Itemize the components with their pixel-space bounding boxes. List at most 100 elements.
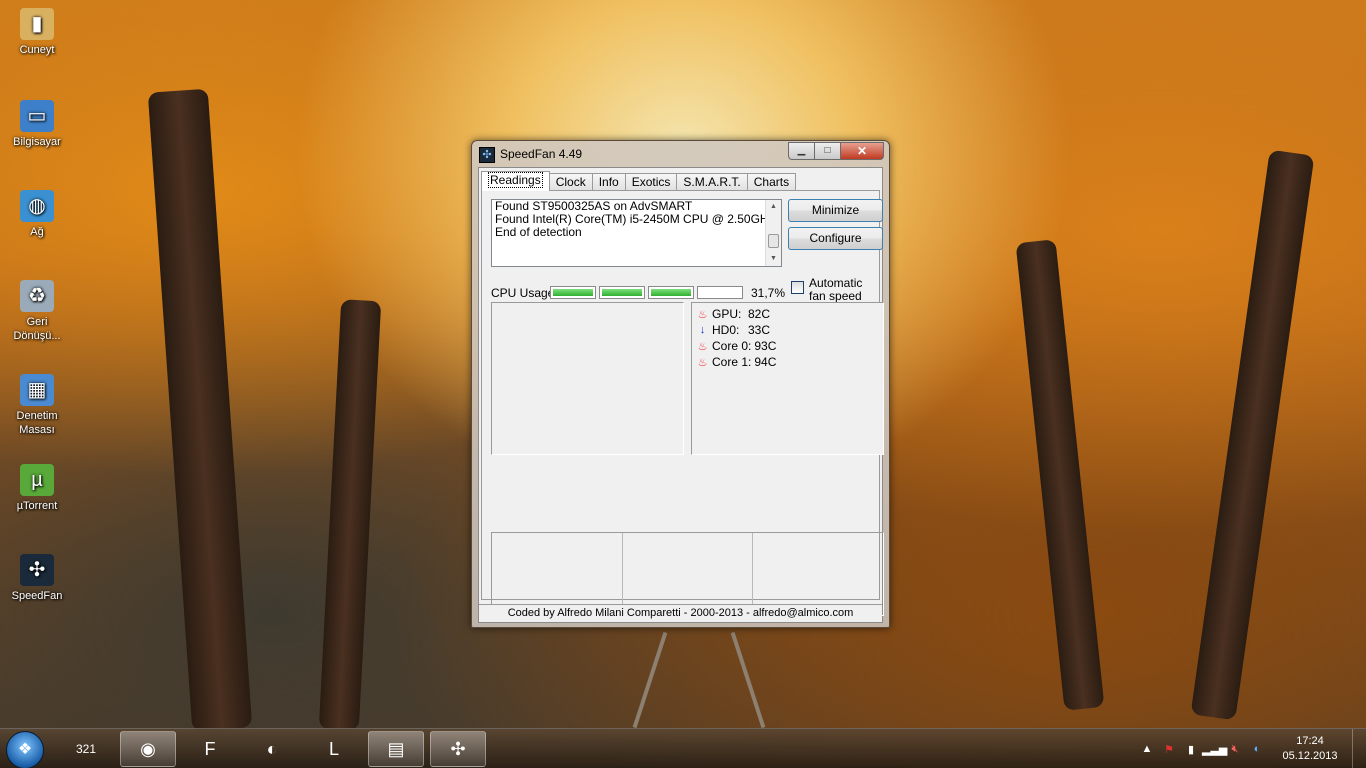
desktop-icon[interactable]: ▭ Bilgisayar <box>4 100 70 149</box>
tab-strip: Readings Clock Info Exotics S.M.A.R.T. Charts <box>481 171 797 191</box>
cpu-usage-bar <box>599 286 645 299</box>
cpu-usage-bar <box>550 286 596 299</box>
temperature-name: Core 0: <box>712 339 752 353</box>
desktop-icon-label: Cuneyt <box>19 44 55 56</box>
desktop-icon[interactable]: ◍ Ağ <box>4 190 70 239</box>
window-titlebar[interactable]: ✣ SpeedFan 4.49 ▁ □ ✕ <box>472 141 889 167</box>
tab-charts[interactable]: Charts <box>746 173 797 191</box>
league-of-legends-icon[interactable]: L <box>306 731 362 767</box>
tree-trunk-left <box>147 88 253 732</box>
temperature-name: Core 1: <box>712 355 752 369</box>
voltage-cell <box>753 533 883 615</box>
utorrent-icon: µ <box>20 464 54 496</box>
flame-icon: ♨ <box>697 356 708 369</box>
temperature-row: ↓ HD0: 33C <box>692 322 883 338</box>
clock-date: 05.12.2013 <box>1282 750 1338 762</box>
device-icon[interactable]: ▮ <box>1180 743 1202 756</box>
speedfan-icon: ✣ <box>20 554 54 586</box>
clock-time: 17:24 <box>1296 735 1324 747</box>
cpu-usage-fill <box>553 289 593 296</box>
temperature-name: GPU: <box>712 307 742 321</box>
show-desktop-button[interactable] <box>1352 729 1366 768</box>
fan-readings-box <box>491 302 684 455</box>
system-tray: ▲ ⚑ ▮ ▂▃▅ 🔇︎ ◐ 17:24 05.12.2013 <box>1136 729 1366 768</box>
flame-icon: ♨ <box>697 308 708 321</box>
tab-info[interactable]: Info <box>591 173 626 191</box>
maximize-window-button[interactable]: □ <box>814 142 840 160</box>
desktop-icon-label: Bilgisayar <box>13 136 61 148</box>
readings-panel: Found ST9500325AS on AdvSMART Found Intel… <box>481 190 884 616</box>
arrow-down-icon: ↓ <box>699 324 706 336</box>
speedfan-taskbar-icon[interactable]: ✣ <box>430 731 486 767</box>
tree-trunk-far-right <box>1190 149 1315 721</box>
temperature-value: 82C <box>748 307 771 321</box>
show-hidden-icons-icon[interactable]: ▲ <box>1136 743 1158 755</box>
temperature-value: 93C <box>754 339 777 353</box>
scroll-thumb[interactable] <box>768 234 779 248</box>
firefox-icon[interactable]: ◉ <box>120 731 176 767</box>
desktop-icon[interactable]: ▦ Denetim Masası <box>4 374 70 437</box>
automatic-fan-speed-label: Automatic fan speed <box>809 276 863 303</box>
cpu-usage-bar <box>648 286 694 299</box>
computer-icon: ▭ <box>20 100 54 132</box>
user-folder-icon: ▮ <box>20 8 54 40</box>
temperature-value: 94C <box>754 355 777 369</box>
close-window-button[interactable]: ✕ <box>840 142 884 160</box>
tree-trunk-right <box>1015 239 1105 711</box>
cpu-usage-fill <box>651 289 691 296</box>
explorer-folder-icon[interactable]: ▤ <box>368 731 424 767</box>
desktop-icon-label: Denetim Masası <box>16 410 58 436</box>
tab-smart[interactable]: S.M.A.R.T. <box>676 173 748 191</box>
cpu-usage-label: CPU Usage <box>491 286 555 300</box>
temperature-row: ♨ GPU: 82C <box>692 306 883 322</box>
temperature-value: 33C <box>748 323 771 337</box>
desktop-icon-label: Geri Dönüşü... <box>13 316 61 342</box>
log-scrollbar[interactable]: ▲ ▼ <box>765 200 781 266</box>
voltage-cell <box>623 533 754 615</box>
media-player-classic-icon[interactable]: 321 <box>58 731 114 767</box>
status-bar: Coded by Alfredo Milani Comparetti - 200… <box>479 604 882 622</box>
configure-button[interactable]: Configure <box>788 227 883 250</box>
taskbar: ❖ 321 ◉ F ◐ L ▤ ✣ ▲ ⚑ ▮ ▂▃▅ 🔇︎ ◐ 17:24 05.12.2… <box>0 728 1366 768</box>
volume-muted-icon[interactable]: 🔇︎ <box>1224 743 1246 756</box>
f-app-icon[interactable]: F <box>182 731 238 767</box>
desktop-icon[interactable]: ♻ Geri Dönüşü... <box>4 280 70 343</box>
window-client: Readings Clock Info Exotics S.M.A.R.T. Charts… <box>478 167 884 623</box>
tree-trunk-mid <box>318 299 382 731</box>
signal-strength-icon[interactable]: ▂▃▅ <box>1202 743 1227 756</box>
clock[interactable]: 17:24 05.12.2013 <box>1274 734 1346 764</box>
update-icon[interactable]: ◐ <box>244 731 300 767</box>
desktop-icon-label: µTorrent <box>16 500 58 512</box>
cpu-usage-percent: 31,7% <box>751 286 786 300</box>
desktop-icon[interactable]: ✣ SpeedFan <box>4 554 70 603</box>
minimize-button[interactable]: Minimize <box>788 199 883 222</box>
minimize-window-button[interactable]: ▁ <box>788 142 814 160</box>
temperature-row: ♨ Core 1: 94C <box>692 354 883 370</box>
tab-readings[interactable]: Readings <box>481 171 550 191</box>
detection-log[interactable]: Found ST9500325AS on AdvSMART Found Intel… <box>491 199 782 267</box>
checkbox-box[interactable] <box>791 281 804 294</box>
automatic-fan-speed-checkbox[interactable]: Automatic fan speed <box>791 277 881 303</box>
desktop-icon[interactable]: µ µTorrent <box>4 464 70 513</box>
voltage-cell <box>492 533 623 615</box>
window-title: SpeedFan 4.49 <box>500 147 583 161</box>
rail-right <box>730 631 766 729</box>
start-button[interactable]: ❖ <box>6 731 44 768</box>
network-icon: ◍ <box>20 190 54 222</box>
cpu-usage-bar <box>697 286 743 299</box>
desktop-icon-label: SpeedFan <box>11 590 63 602</box>
control-panel-icon: ▦ <box>20 374 54 406</box>
temperature-row: ♨ Core 0: 93C <box>692 338 883 354</box>
flame-icon: ♨ <box>697 340 708 353</box>
action-center-flag-icon[interactable]: ⚑ <box>1158 743 1180 756</box>
tab-clock[interactable]: Clock <box>548 173 593 191</box>
tab-exotics[interactable]: Exotics <box>624 173 678 191</box>
cpu-usage-fill <box>602 289 642 296</box>
recycle-bin-icon: ♻ <box>20 280 54 312</box>
temperature-name: HD0: <box>712 323 740 337</box>
network-status-icon[interactable]: ◐ <box>1246 743 1268 755</box>
scroll-up-icon[interactable]: ▲ <box>766 200 781 214</box>
desktop-icon[interactable]: ▮ Cuneyt <box>4 8 70 57</box>
scroll-down-icon[interactable]: ▼ <box>766 252 781 266</box>
speedfan-app-icon: ✣ <box>479 147 495 163</box>
